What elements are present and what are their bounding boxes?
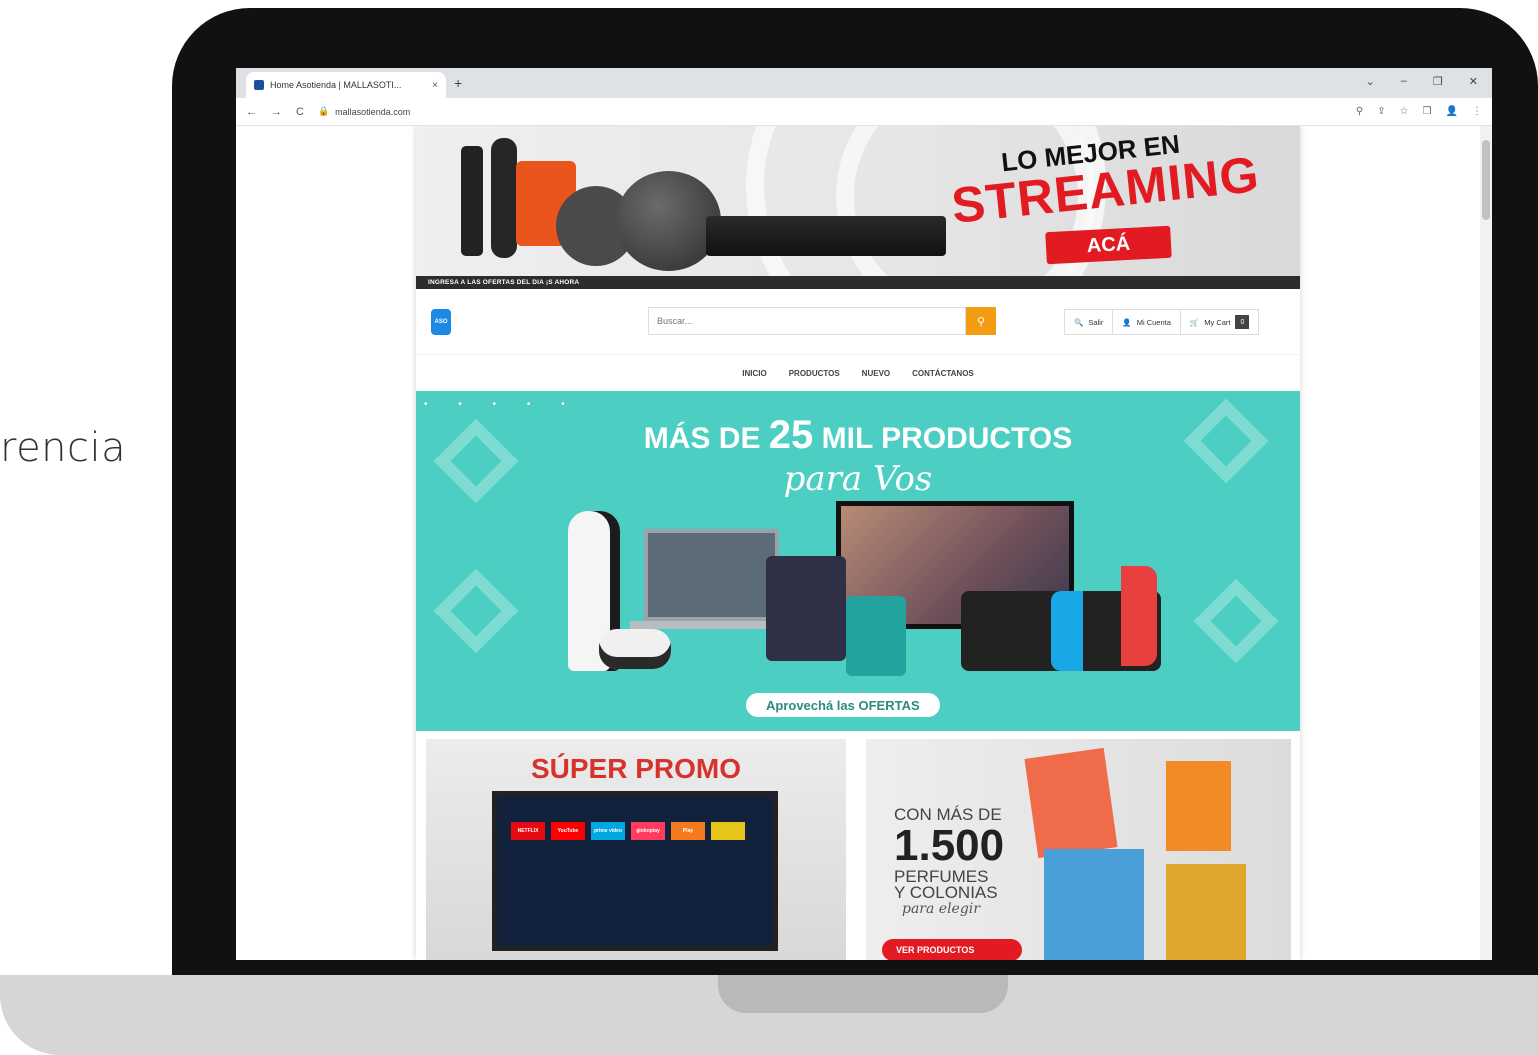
globoplay-tile: globoplay: [631, 822, 665, 840]
search-input[interactable]: [648, 307, 966, 335]
my-account-link[interactable]: 👤 Mi Cuenta: [1113, 310, 1181, 334]
promo-row: SÚPER PROMO NETFLIX YouTube prime video …: [416, 731, 1300, 960]
favicon-icon: [254, 80, 264, 90]
laptop-screen: Home Asotienda | MALLASOTI... × + ⌄ – ❐ …: [236, 68, 1492, 960]
perfume-promo-tagline: para elegir: [902, 901, 980, 917]
perfume-bottle-image: [1166, 864, 1246, 960]
joycon-right-image: [1121, 566, 1157, 666]
user-icon: 👤: [1122, 317, 1132, 327]
soundbar-image: [706, 216, 946, 256]
play-tile: Play: [671, 822, 705, 840]
restore-button[interactable]: ❐: [1433, 75, 1443, 88]
laptop-image: [644, 529, 779, 621]
hero-title-pre: MÁS DE: [643, 422, 769, 455]
forward-button[interactable]: →: [271, 106, 282, 118]
browser-viewport: LO MEJOR EN STREAMING ACÁ INGRESA A LAS …: [236, 126, 1492, 960]
hero-subtitle: para Vos: [783, 459, 933, 499]
browser-tabbar: Home Asotienda | MALLASOTI... × + ⌄ – ❐ …: [236, 68, 1492, 98]
search-button[interactable]: ⚲: [966, 307, 996, 335]
cart-count-badge: 0: [1235, 315, 1250, 329]
promo-tv-image: NETFLIX YouTube prime video globoplay Pl…: [492, 791, 778, 951]
streaming-banner[interactable]: LO MEJOR EN STREAMING ACÁ: [416, 126, 1300, 276]
minimize-button[interactable]: –: [1401, 75, 1407, 88]
account-actions: 🔍 Salir 👤 Mi Cuenta 🛒 My Cart 0: [1064, 309, 1260, 335]
streaming-stick-image: [461, 146, 483, 256]
address-bar: ← → C 🔒 mallasotienda.com ⚲ ⇪ ☆ ❒ 👤 ⋮: [236, 98, 1492, 126]
perfume-promo-number: 1.500: [894, 821, 1005, 870]
lock-icon: 🔒: [317, 106, 330, 116]
decor-diamond: [433, 568, 519, 654]
app-tile: [711, 822, 745, 840]
phone-image: [846, 596, 906, 676]
back-button[interactable]: ←: [246, 106, 257, 118]
store-page: LO MEJOR EN STREAMING ACÁ INGRESA A LAS …: [416, 126, 1300, 960]
tab-search-icon[interactable]: ⌄: [1366, 75, 1375, 88]
key-icon: 🔍: [1074, 317, 1084, 327]
offers-strip[interactable]: INGRESA A LAS OFERTAS DEL DIA ¡S AHORA: [416, 276, 1300, 289]
site-header: ASO ⚲ 🔍 Salir 👤 Mi Cuenta 🛒: [416, 289, 1300, 354]
tv-promo-title: SÚPER PROMO: [530, 753, 742, 784]
nav-item-nuevo[interactable]: NUEVO: [862, 369, 890, 378]
close-window-button[interactable]: ✕: [1469, 75, 1478, 88]
netflix-tile: NETFLIX: [511, 822, 545, 840]
tab-close-icon[interactable]: ×: [432, 80, 438, 91]
store-logo[interactable]: ASO: [431, 309, 451, 335]
my-account-label: Mi Cuenta: [1136, 317, 1171, 327]
nav-item-inicio[interactable]: INICIO: [742, 369, 766, 378]
hero-banner[interactable]: • • • • • MÁS DE 25 MIL PRODUCTOS para V…: [416, 391, 1300, 731]
perfume-bottle-image: [1044, 849, 1144, 960]
zoom-icon[interactable]: ⚲: [1356, 106, 1363, 117]
tv-app-row: NETFLIX YouTube prime video globoplay Pl…: [511, 822, 745, 840]
sidepanel-icon[interactable]: ❒: [1423, 106, 1432, 117]
cart-label: My Cart: [1204, 317, 1231, 327]
perfume-promo-line3: PERFUMES Y COLONIAS: [894, 868, 998, 902]
tv-promo-card[interactable]: SÚPER PROMO NETFLIX YouTube prime video …: [426, 739, 846, 960]
url-text: mallasotienda.com: [335, 106, 411, 117]
bookmark-star-icon[interactable]: ☆: [1400, 106, 1409, 117]
side-caption: rencia: [0, 425, 127, 471]
hero-title-post: MIL PRODUCTOS: [821, 422, 1073, 455]
banner-cta-button[interactable]: ACÁ: [1045, 225, 1172, 265]
tablet-image: [766, 556, 846, 661]
reload-button[interactable]: C: [296, 106, 304, 118]
prime-tile: prime video: [591, 822, 625, 840]
hero-title-number: 25: [768, 413, 814, 457]
hero-title: MÁS DE 25 MIL PRODUCTOS: [416, 413, 1300, 458]
perfume-promo-card[interactable]: CON MÁS DE 1.500 PERFUMES Y COLONIAS par…: [866, 739, 1291, 960]
main-nav: INICIO PRODUCTOS NUEVO CONTÁCTANOS: [416, 354, 1300, 391]
cart-icon: 🛒: [1189, 317, 1200, 327]
share-icon[interactable]: ⇪: [1377, 106, 1385, 117]
new-tab-button[interactable]: +: [454, 75, 462, 91]
remote-image: [491, 138, 517, 258]
decor-diamond: [1193, 578, 1279, 664]
nav-item-productos[interactable]: PRODUCTOS: [789, 369, 840, 378]
perfume-bottle-image: [1024, 747, 1118, 859]
cart-link[interactable]: 🛒 My Cart 0: [1181, 310, 1259, 334]
nav-item-contactanos[interactable]: CONTÁCTANOS: [912, 369, 974, 378]
url-field[interactable]: 🔒 mallasotienda.com: [318, 106, 410, 117]
search-bar: ⚲: [648, 307, 996, 335]
joycon-left-image: [1051, 591, 1083, 671]
youtube-tile: YouTube: [551, 822, 585, 840]
tab-title: Home Asotienda | MALLASOTI...: [270, 80, 402, 90]
decor-dots: • • • • •: [424, 399, 579, 410]
browser-tab[interactable]: Home Asotienda | MALLASOTI... ×: [246, 72, 446, 98]
gamepad-image: [599, 629, 671, 669]
profile-icon[interactable]: 👤: [1446, 106, 1458, 117]
hero-cta-button[interactable]: Aprovechá las OFERTAS: [746, 693, 940, 717]
scrollbar[interactable]: [1480, 126, 1492, 960]
window-controls: ⌄ – ❐ ✕: [1366, 75, 1478, 88]
scrollbar-thumb[interactable]: [1482, 140, 1490, 220]
perfume-bottle-image: [1166, 761, 1231, 851]
logout-label: Salir: [1088, 317, 1104, 327]
laptop-notch: [718, 975, 1008, 1013]
menu-kebab-icon[interactable]: ⋮: [1472, 106, 1482, 117]
perfume-promo-line3b: Y COLONIAS: [894, 883, 998, 902]
perfume-cta-button[interactable]: VER PRODUCTOS: [882, 939, 1022, 960]
logout-link[interactable]: 🔍 Salir: [1065, 310, 1114, 334]
